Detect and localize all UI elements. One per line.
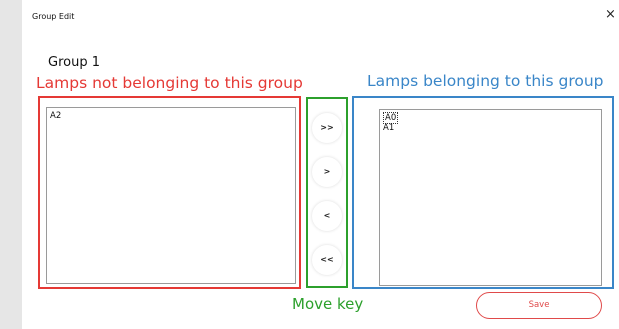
- list-item[interactable]: A2: [47, 111, 295, 121]
- title-bar: [22, 0, 619, 26]
- list-item[interactable]: A0: [380, 112, 601, 124]
- lamp-label: A2: [50, 111, 62, 121]
- annotation-not-belonging: Lamps not belonging to this group: [36, 74, 303, 92]
- move-left-button[interactable]: <: [312, 201, 342, 231]
- group-edit-window: Group Edit × Group 1 Lamps not belonging…: [0, 0, 619, 329]
- group-name-label: Group 1: [48, 55, 100, 70]
- lamp-label: A1: [383, 123, 395, 133]
- lamps-in-group-list[interactable]: A0 A1: [379, 109, 602, 286]
- move-right-button[interactable]: >: [312, 157, 342, 187]
- window-title: Group Edit: [32, 12, 75, 21]
- move-all-left-button[interactable]: <<: [312, 245, 342, 275]
- window-left-edge: [0, 0, 22, 329]
- move-all-right-button[interactable]: >>: [312, 113, 342, 143]
- save-button[interactable]: Save: [476, 292, 602, 319]
- annotation-belonging: Lamps belonging to this group: [367, 72, 604, 90]
- annotation-move-key: Move key: [292, 295, 364, 313]
- close-icon[interactable]: ×: [605, 8, 616, 21]
- list-item[interactable]: A1: [380, 123, 601, 133]
- lamps-not-in-group-list[interactable]: A2: [46, 107, 296, 284]
